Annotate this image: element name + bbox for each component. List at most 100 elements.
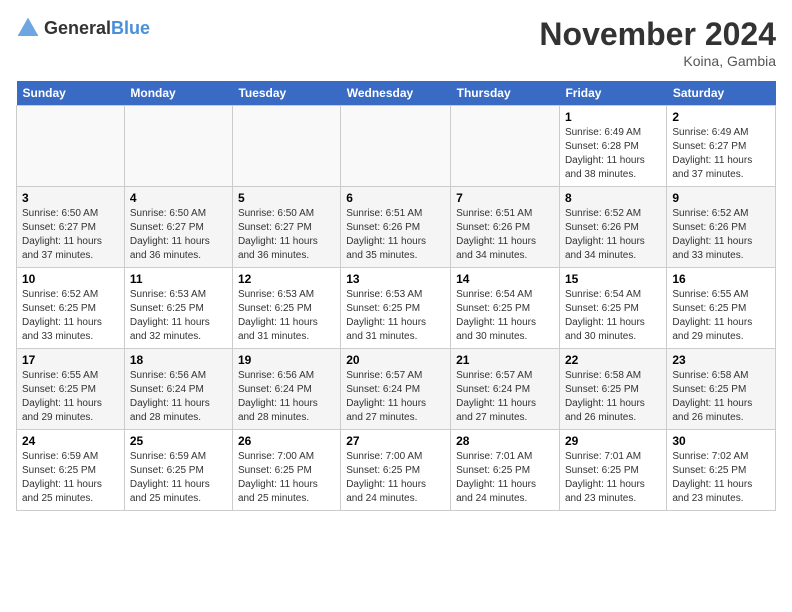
day-info: Sunrise: 7:01 AM Sunset: 6:25 PM Dayligh… [565, 450, 661, 506]
day-info: Sunrise: 6:56 AM Sunset: 6:24 PM Dayligh… [238, 369, 335, 425]
day-info: Sunrise: 6:55 AM Sunset: 6:25 PM Dayligh… [672, 288, 770, 344]
column-header-sunday: Sunday [17, 81, 125, 106]
day-info: Sunrise: 7:00 AM Sunset: 6:25 PM Dayligh… [346, 450, 445, 506]
day-number: 19 [238, 353, 335, 367]
day-info: Sunrise: 6:53 AM Sunset: 6:25 PM Dayligh… [238, 288, 335, 344]
day-info: Sunrise: 6:58 AM Sunset: 6:25 PM Dayligh… [672, 369, 770, 425]
day-number: 11 [130, 272, 227, 286]
day-number: 27 [346, 434, 445, 448]
day-info: Sunrise: 6:52 AM Sunset: 6:25 PM Dayligh… [22, 288, 119, 344]
day-info: Sunrise: 7:00 AM Sunset: 6:25 PM Dayligh… [238, 450, 335, 506]
calendar-week-4: 17Sunrise: 6:55 AM Sunset: 6:25 PM Dayli… [17, 349, 776, 430]
day-number: 16 [672, 272, 770, 286]
calendar-cell: 1 Sunrise: 6:49 AM Sunset: 6:28 PM Daylig… [559, 106, 666, 187]
day-info: Sunrise: 6:59 AM Sunset: 6:25 PM Dayligh… [22, 450, 119, 506]
day-info: Sunrise: 6:54 AM Sunset: 6:25 PM Dayligh… [565, 288, 661, 344]
day-info: Sunrise: 6:51 AM Sunset: 6:26 PM Dayligh… [456, 207, 554, 263]
location: Koina, Gambia [539, 53, 776, 69]
page-header: GeneralBlue November 2024 Koina, Gambia [16, 16, 776, 69]
calendar-header-row: SundayMondayTuesdayWednesdayThursdayFrid… [17, 81, 776, 106]
calendar-cell [17, 106, 125, 187]
day-info: Sunrise: 7:01 AM Sunset: 6:25 PM Dayligh… [456, 450, 554, 506]
day-number: 22 [565, 353, 661, 367]
calendar-cell: 10Sunrise: 6:52 AM Sunset: 6:25 PM Dayli… [17, 268, 125, 349]
calendar-cell: 18Sunrise: 6:56 AM Sunset: 6:24 PM Dayli… [124, 349, 232, 430]
calendar-cell: 29 Sunrise: 7:01 AM Sunset: 6:25 PM Dayli… [559, 430, 666, 511]
calendar-cell: 15 Sunrise: 6:54 AM Sunset: 6:25 PM Dayli… [559, 268, 666, 349]
logo: GeneralBlue [16, 16, 150, 40]
day-number: 23 [672, 353, 770, 367]
column-header-saturday: Saturday [667, 81, 776, 106]
day-number: 2 [672, 110, 770, 124]
day-number: 7 [456, 191, 554, 205]
day-info: Sunrise: 6:50 AM Sunset: 6:27 PM Dayligh… [238, 207, 335, 263]
day-info: Sunrise: 6:52 AM Sunset: 6:26 PM Dayligh… [565, 207, 661, 263]
day-number: 15 [565, 272, 661, 286]
title-area: November 2024 Koina, Gambia [539, 16, 776, 69]
calendar-cell: 8 Sunrise: 6:52 AM Sunset: 6:26 PM Daylig… [559, 187, 666, 268]
calendar-cell: 4 Sunrise: 6:50 AM Sunset: 6:27 PM Daylig… [124, 187, 232, 268]
day-info: Sunrise: 6:58 AM Sunset: 6:25 PM Dayligh… [565, 369, 661, 425]
day-number: 28 [456, 434, 554, 448]
day-info: Sunrise: 6:49 AM Sunset: 6:28 PM Dayligh… [565, 126, 661, 182]
day-number: 25 [130, 434, 227, 448]
calendar-cell: 30 Sunrise: 7:02 AM Sunset: 6:25 PM Dayli… [667, 430, 776, 511]
day-number: 8 [565, 191, 661, 205]
day-number: 13 [346, 272, 445, 286]
calendar-cell: 22 Sunrise: 6:58 AM Sunset: 6:25 PM Dayli… [559, 349, 666, 430]
column-header-tuesday: Tuesday [232, 81, 340, 106]
day-info: Sunrise: 6:49 AM Sunset: 6:27 PM Dayligh… [672, 126, 770, 182]
calendar-cell [451, 106, 560, 187]
calendar-week-3: 10Sunrise: 6:52 AM Sunset: 6:25 PM Dayli… [17, 268, 776, 349]
calendar-cell: 25 Sunrise: 6:59 AM Sunset: 6:25 PM Dayli… [124, 430, 232, 511]
calendar-cell: 26Sunrise: 7:00 AM Sunset: 6:25 PM Dayli… [232, 430, 340, 511]
day-info: Sunrise: 6:59 AM Sunset: 6:25 PM Dayligh… [130, 450, 227, 506]
column-header-monday: Monday [124, 81, 232, 106]
day-number: 9 [672, 191, 770, 205]
day-info: Sunrise: 6:50 AM Sunset: 6:27 PM Dayligh… [130, 207, 227, 263]
day-info: Sunrise: 6:53 AM Sunset: 6:25 PM Dayligh… [346, 288, 445, 344]
day-info: Sunrise: 6:54 AM Sunset: 6:25 PM Dayligh… [456, 288, 554, 344]
calendar-cell [124, 106, 232, 187]
day-info: Sunrise: 6:53 AM Sunset: 6:25 PM Dayligh… [130, 288, 227, 344]
calendar-cell: 7 Sunrise: 6:51 AM Sunset: 6:26 PM Daylig… [451, 187, 560, 268]
calendar-cell: 2 Sunrise: 6:49 AM Sunset: 6:27 PM Daylig… [667, 106, 776, 187]
column-header-wednesday: Wednesday [341, 81, 451, 106]
calendar-cell: 3Sunrise: 6:50 AM Sunset: 6:27 PM Daylig… [17, 187, 125, 268]
calendar-cell [341, 106, 451, 187]
calendar-cell: 6 Sunrise: 6:51 AM Sunset: 6:26 PM Daylig… [341, 187, 451, 268]
calendar-cell: 19 Sunrise: 6:56 AM Sunset: 6:24 PM Dayli… [232, 349, 340, 430]
day-info: Sunrise: 6:52 AM Sunset: 6:26 PM Dayligh… [672, 207, 770, 263]
day-number: 4 [130, 191, 227, 205]
day-number: 30 [672, 434, 770, 448]
calendar-cell: 13 Sunrise: 6:53 AM Sunset: 6:25 PM Dayli… [341, 268, 451, 349]
logo-general: General [44, 18, 111, 38]
calendar-cell: 27 Sunrise: 7:00 AM Sunset: 6:25 PM Dayli… [341, 430, 451, 511]
day-number: 1 [565, 110, 661, 124]
calendar-cell: 28 Sunrise: 7:01 AM Sunset: 6:25 PM Dayli… [451, 430, 560, 511]
day-number: 21 [456, 353, 554, 367]
column-header-thursday: Thursday [451, 81, 560, 106]
calendar-cell: 11 Sunrise: 6:53 AM Sunset: 6:25 PM Dayli… [124, 268, 232, 349]
day-info: Sunrise: 7:02 AM Sunset: 6:25 PM Dayligh… [672, 450, 770, 506]
day-number: 6 [346, 191, 445, 205]
day-info: Sunrise: 6:50 AM Sunset: 6:27 PM Dayligh… [22, 207, 119, 263]
calendar-cell: 21 Sunrise: 6:57 AM Sunset: 6:24 PM Dayli… [451, 349, 560, 430]
day-info: Sunrise: 6:57 AM Sunset: 6:24 PM Dayligh… [456, 369, 554, 425]
day-number: 5 [238, 191, 335, 205]
day-number: 14 [456, 272, 554, 286]
calendar-cell: 12 Sunrise: 6:53 AM Sunset: 6:25 PM Dayli… [232, 268, 340, 349]
day-info: Sunrise: 6:55 AM Sunset: 6:25 PM Dayligh… [22, 369, 119, 425]
column-header-friday: Friday [559, 81, 666, 106]
month-title: November 2024 [539, 16, 776, 53]
day-info: Sunrise: 6:51 AM Sunset: 6:26 PM Dayligh… [346, 207, 445, 263]
calendar-week-2: 3Sunrise: 6:50 AM Sunset: 6:27 PM Daylig… [17, 187, 776, 268]
calendar-week-5: 24Sunrise: 6:59 AM Sunset: 6:25 PM Dayli… [17, 430, 776, 511]
day-number: 20 [346, 353, 445, 367]
calendar-cell [232, 106, 340, 187]
calendar-cell: 17Sunrise: 6:55 AM Sunset: 6:25 PM Dayli… [17, 349, 125, 430]
day-number: 29 [565, 434, 661, 448]
logo-icon [16, 16, 40, 40]
day-number: 12 [238, 272, 335, 286]
day-info: Sunrise: 6:56 AM Sunset: 6:24 PM Dayligh… [130, 369, 227, 425]
